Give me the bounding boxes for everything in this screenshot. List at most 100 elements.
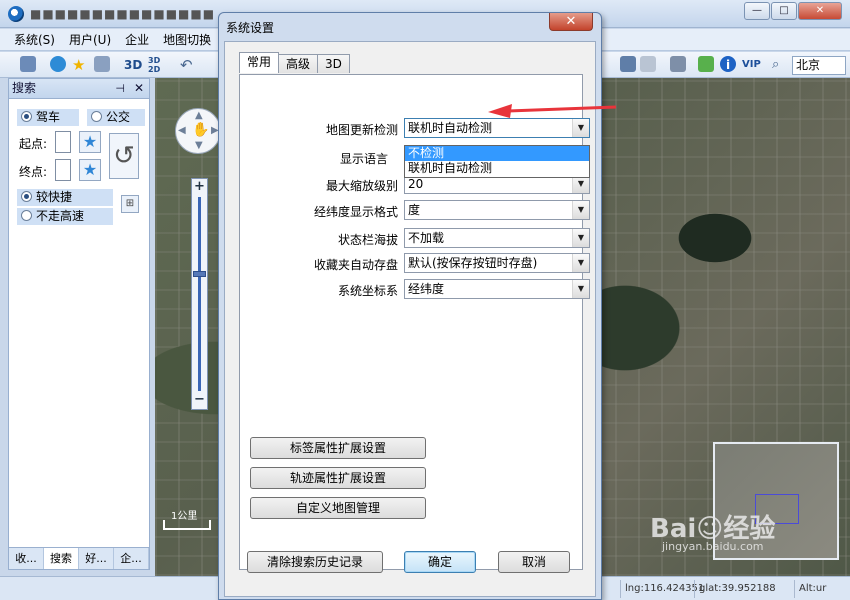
3d-2d-toggle-button[interactable]: 3D 2D xyxy=(148,56,160,74)
panel-tabs: 收... 搜索 好... 企... xyxy=(9,547,149,569)
search-icon[interactable]: ⌕ xyxy=(772,56,779,74)
track-attribute-settings-button[interactable]: 轨迹属性扩展设置 xyxy=(250,467,426,489)
undo-icon[interactable]: ↶ xyxy=(180,56,193,74)
window-close-button[interactable]: ✕ xyxy=(798,2,842,20)
tab-advanced[interactable]: 高级 xyxy=(278,54,319,73)
chat-icon[interactable] xyxy=(698,56,714,72)
favorites-autosave-select[interactable]: 默认(按保存按钮时存盘) ▼ xyxy=(404,253,590,273)
map-scale: 1公里 xyxy=(163,512,211,530)
map-update-check-select[interactable]: 联机时自动检测 ▼ xyxy=(404,118,590,138)
max-zoom-level-label: 最大缩放级别 xyxy=(325,179,398,193)
chevron-down-icon[interactable]: ▼ xyxy=(572,229,589,247)
zoom-in-icon[interactable]: + xyxy=(192,180,207,195)
watermark-logo: Bai☺经验 jingyan.baidu.com xyxy=(650,508,775,553)
route-search-icon[interactable]: ⊞ xyxy=(121,195,139,213)
option-no-check[interactable]: 不检测 xyxy=(405,146,589,161)
coordinate-system-value: 经纬度 xyxy=(408,282,445,296)
tab-favorites[interactable]: 收... xyxy=(9,548,44,569)
search-panel-title: 搜索 xyxy=(12,81,37,95)
favorite-star-icon[interactable]: ★ xyxy=(72,56,85,74)
search-panel: 搜索 ⊣ ✕ 驾车 公交 起点: ★ 终点: ★ ↺ 较快捷 不走高速 ⊞ 收.… xyxy=(8,78,150,570)
settings-tabs: 常用 高级 3D xyxy=(239,52,350,74)
menu-enterprise[interactable]: 企业 xyxy=(125,31,149,48)
radio-unchecked-icon xyxy=(91,111,102,122)
zoom-out-icon[interactable]: − xyxy=(192,393,207,408)
map-update-check-value: 联机时自动检测 xyxy=(408,121,493,135)
fastest-route-radio[interactable]: 较快捷 xyxy=(17,189,113,206)
scale-label: 1公里 xyxy=(171,511,198,522)
maximize-button[interactable]: □ xyxy=(771,2,797,20)
end-favorite-star-icon[interactable]: ★ xyxy=(79,159,101,181)
layers-icon[interactable] xyxy=(94,56,110,72)
custom-map-manager-button[interactable]: 自定义地图管理 xyxy=(250,497,426,519)
radio-checked-icon xyxy=(21,111,32,122)
vip-button[interactable]: VIP xyxy=(742,56,761,74)
option-auto-check-online[interactable]: 联机时自动检测 xyxy=(405,161,589,176)
statusbar-altitude-label: 状态栏海拔 xyxy=(337,233,398,247)
ruler-icon[interactable] xyxy=(670,56,686,72)
attach-icon[interactable] xyxy=(640,56,656,72)
bus-mode-radio[interactable]: 公交 xyxy=(87,109,145,126)
favorites-autosave-label: 收藏夹自动存盘 xyxy=(313,258,398,272)
tab-general[interactable]: 常用 xyxy=(239,52,280,73)
altitude-readout: Alt:ur xyxy=(794,580,826,598)
tab-search[interactable]: 搜索 xyxy=(44,548,79,569)
info-icon[interactable]: i xyxy=(720,56,736,72)
chevron-down-icon[interactable]: ▼ xyxy=(572,254,589,272)
image-icon[interactable] xyxy=(620,56,636,72)
app-logo-icon xyxy=(8,6,24,22)
statusbar-altitude-value: 不加载 xyxy=(408,231,445,245)
end-label: 终点: xyxy=(19,165,48,179)
start-point-input[interactable] xyxy=(55,131,71,153)
zoom-track[interactable] xyxy=(198,197,201,391)
save-icon[interactable] xyxy=(20,56,36,72)
label-attribute-settings-button[interactable]: 标签属性扩展设置 xyxy=(250,437,426,459)
statusbar-altitude-select[interactable]: 不加载 ▼ xyxy=(404,228,590,248)
clear-search-history-button[interactable]: 清除搜索历史记录 xyxy=(247,551,383,573)
city-search-input[interactable]: 北京 xyxy=(792,56,846,75)
coord-format-select[interactable]: 度 ▼ xyxy=(404,200,590,220)
cancel-button[interactable]: 取消 xyxy=(498,551,570,573)
system-settings-dialog: 系统设置 ✕ 常用 高级 3D 地图更新检测 联机时自动检测 ▼ 不检测 联机时… xyxy=(218,12,602,600)
coordinate-system-select[interactable]: 经纬度 ▼ xyxy=(404,279,590,299)
longitude-readout: lng:116.424351 xyxy=(620,580,704,598)
start-label: 起点: xyxy=(19,137,48,151)
chevron-down-icon[interactable]: ▼ xyxy=(572,119,589,137)
panel-close-icon[interactable]: ✕ xyxy=(134,79,144,98)
swap-route-icon[interactable]: ↺ xyxy=(109,133,139,179)
coordinate-system-label: 系统坐标系 xyxy=(337,284,398,298)
tab-3d[interactable]: 3D xyxy=(317,54,350,73)
pan-up-icon[interactable]: ▲ xyxy=(195,110,203,121)
chevron-down-icon[interactable]: ▼ xyxy=(572,201,589,219)
start-favorite-star-icon[interactable]: ★ xyxy=(79,131,101,153)
chevron-down-icon[interactable]: ▼ xyxy=(572,280,589,298)
pan-down-icon[interactable]: ▼ xyxy=(195,140,203,151)
zoom-handle[interactable] xyxy=(193,271,206,277)
menu-system[interactable]: 系统(S) xyxy=(14,31,55,48)
hand-icon: ✋ xyxy=(192,122,210,138)
minimize-button[interactable]: — xyxy=(744,2,770,20)
ok-button[interactable]: 确定 xyxy=(404,551,476,573)
watermark-url: jingyan.baidu.com xyxy=(662,540,764,553)
dialog-close-button[interactable]: ✕ xyxy=(549,13,593,31)
user-icon[interactable] xyxy=(50,56,66,72)
pan-control[interactable]: ▲ ◀ ▶ ▼ ✋ xyxy=(175,108,221,154)
pin-icon[interactable]: ⊣ xyxy=(115,79,125,98)
dialog-title: 系统设置 xyxy=(226,21,275,35)
end-point-input[interactable] xyxy=(55,159,71,181)
3d-button[interactable]: 3D xyxy=(124,56,142,74)
pan-left-icon[interactable]: ◀ xyxy=(178,125,186,136)
drive-mode-radio[interactable]: 驾车 xyxy=(17,109,79,126)
drive-mode-label: 驾车 xyxy=(36,110,61,124)
menu-user[interactable]: 用户(U) xyxy=(69,31,111,48)
map-update-check-label: 地图更新检测 xyxy=(325,123,398,137)
map-update-check-dropdown: 不检测 联机时自动检测 xyxy=(404,145,590,178)
no-highway-radio[interactable]: 不走高速 xyxy=(17,208,113,225)
zoom-slider[interactable]: + − xyxy=(191,178,208,410)
tab-enterprise[interactable]: 企... xyxy=(114,548,149,569)
menu-map-switch[interactable]: 地图切换 xyxy=(163,31,211,48)
radio-unchecked-icon xyxy=(21,210,32,221)
general-settings-panel: 地图更新检测 联机时自动检测 ▼ 不检测 联机时自动检测 显示语言 最大缩放级别… xyxy=(239,74,590,570)
search-panel-header: 搜索 ⊣ ✕ xyxy=(9,79,149,99)
tab-friends[interactable]: 好... xyxy=(79,548,114,569)
